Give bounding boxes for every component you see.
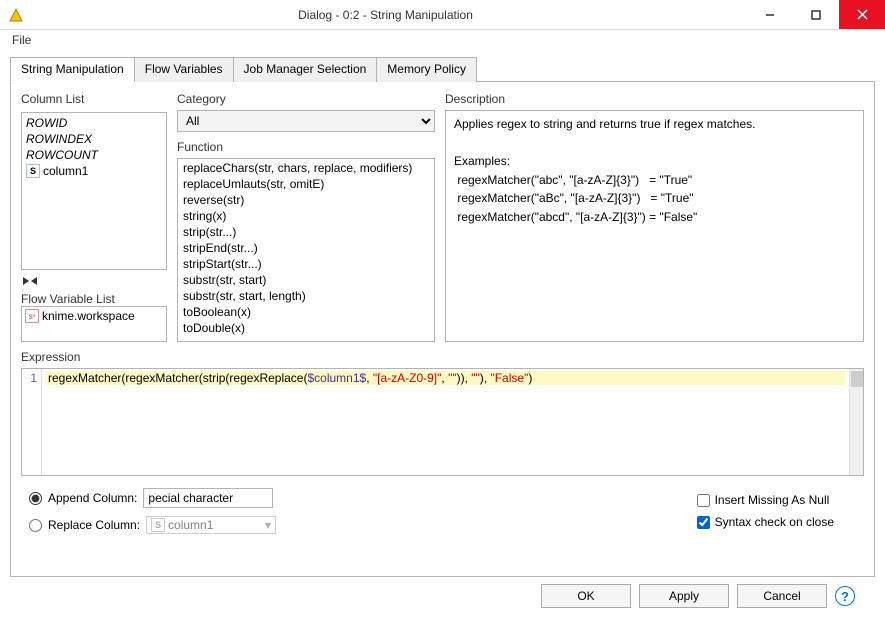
flow-var-label: Flow Variable List bbox=[21, 292, 167, 306]
close-button[interactable] bbox=[839, 0, 885, 29]
syntax-check-label: Syntax check on close bbox=[715, 515, 834, 529]
desc-example-row: regexMatcher("aBc", "[a-zA-Z]{3}") = "Tr… bbox=[454, 189, 855, 208]
flow-var-section: Flow Variable List sv knime.workspace bbox=[21, 292, 167, 342]
left-column: Column List ROWID ROWINDEX ROWCOUNT S co… bbox=[21, 92, 167, 342]
menubar: File bbox=[0, 30, 885, 52]
append-column-label: Append Column: bbox=[48, 491, 137, 505]
help-icon[interactable]: ? bbox=[835, 586, 855, 606]
replace-column-row: Replace Column: S column1 ▾ bbox=[29, 516, 276, 534]
fn-item[interactable]: toDouble(x) bbox=[179, 320, 433, 336]
syntax-check-row: Syntax check on close bbox=[697, 515, 834, 529]
replace-column-label: Replace Column: bbox=[48, 518, 140, 532]
upper-row: Column List ROWID ROWINDEX ROWCOUNT S co… bbox=[21, 92, 864, 342]
column-list[interactable]: ROWID ROWINDEX ROWCOUNT S column1 bbox=[21, 112, 167, 270]
tab-flow-variables[interactable]: Flow Variables bbox=[134, 57, 234, 82]
replace-column-radio[interactable] bbox=[29, 519, 42, 532]
checks-col: Insert Missing As Null Syntax check on c… bbox=[697, 493, 834, 529]
desc-example-row: regexMatcher("abc", "[a-zA-Z]{3}") = "Tr… bbox=[454, 171, 855, 190]
menu-file[interactable]: File bbox=[8, 32, 35, 48]
flow-var-item[interactable]: sv knime.workspace bbox=[23, 308, 165, 324]
editor-scrollbar[interactable] bbox=[849, 369, 863, 475]
string-type-icon: S bbox=[26, 164, 40, 178]
ok-button[interactable]: OK bbox=[541, 584, 631, 608]
append-column-row: Append Column: bbox=[29, 488, 276, 508]
fn-item[interactable]: stripStart(str...) bbox=[179, 256, 433, 272]
tab-pane: Column List ROWID ROWINDEX ROWCOUNT S co… bbox=[10, 82, 875, 577]
description-label: Description bbox=[445, 92, 864, 106]
description-box[interactable]: Applies regex to string and returns true… bbox=[445, 110, 864, 342]
middle-column: Category All Function replaceChars(str, … bbox=[177, 92, 435, 342]
tab-string-manipulation[interactable]: String Manipulation bbox=[10, 57, 135, 82]
tab-job-manager[interactable]: Job Manager Selection bbox=[233, 57, 378, 82]
fn-item[interactable]: substr(str, start) bbox=[179, 272, 433, 288]
string-var-icon: sv bbox=[25, 309, 39, 323]
fn-item[interactable]: replaceUmlauts(str, omitE) bbox=[179, 176, 433, 192]
cancel-button[interactable]: Cancel bbox=[737, 584, 827, 608]
line-number: 1 bbox=[30, 371, 37, 385]
expression-label: Expression bbox=[21, 350, 864, 364]
window-controls bbox=[747, 0, 885, 29]
insert-null-checkbox[interactable] bbox=[697, 494, 710, 507]
flow-var-item-label: knime.workspace bbox=[42, 309, 135, 323]
insert-null-row: Insert Missing As Null bbox=[697, 493, 834, 507]
radios-col: Append Column: Replace Column: S column1… bbox=[21, 488, 276, 534]
column-column1-label: column1 bbox=[43, 164, 88, 178]
replace-column-select: S column1 ▾ bbox=[146, 516, 276, 534]
flow-var-list[interactable]: sv knime.workspace bbox=[21, 306, 167, 342]
fn-item[interactable]: substr(str, start, length) bbox=[179, 288, 433, 304]
column-list-label: Column List bbox=[21, 92, 167, 106]
window-title: Dialog - 0:2 - String Manipulation bbox=[24, 8, 747, 22]
gutter: 1 bbox=[22, 369, 42, 475]
titlebar: Dialog - 0:2 - String Manipulation bbox=[0, 0, 885, 30]
desc-examples-label: Examples: bbox=[454, 152, 855, 171]
fn-item[interactable]: replaceChars(str, chars, replace, modifi… bbox=[179, 160, 433, 176]
collapse-arrows[interactable] bbox=[21, 276, 167, 286]
string-type-icon: S bbox=[151, 518, 165, 532]
fn-item[interactable]: stripEnd(str...) bbox=[179, 240, 433, 256]
fn-item[interactable]: reverse(str) bbox=[179, 192, 433, 208]
fn-item[interactable]: strip(str...) bbox=[179, 224, 433, 240]
fn-item[interactable]: toBoolean(x) bbox=[179, 304, 433, 320]
minimize-button[interactable] bbox=[747, 0, 793, 29]
function-label: Function bbox=[177, 140, 435, 154]
column-rowcount[interactable]: ROWCOUNT bbox=[24, 147, 164, 163]
app-icon bbox=[8, 7, 24, 23]
column-rowid[interactable]: ROWID bbox=[24, 115, 164, 131]
right-column: Description Applies regex to string and … bbox=[445, 92, 864, 342]
append-column-radio[interactable] bbox=[29, 492, 42, 505]
content: String Manipulation Flow Variables Job M… bbox=[0, 52, 885, 629]
expression-section: Expression 1 regexMatcher(regexMatcher(s… bbox=[21, 350, 864, 476]
tab-memory-policy[interactable]: Memory Policy bbox=[376, 57, 477, 82]
append-column-input[interactable] bbox=[143, 488, 273, 508]
fn-item[interactable]: string(x) bbox=[179, 208, 433, 224]
category-label: Category bbox=[177, 92, 435, 106]
code-area[interactable]: regexMatcher(regexMatcher(strip(regexRep… bbox=[42, 369, 849, 475]
column-rowindex[interactable]: ROWINDEX bbox=[24, 131, 164, 147]
apply-button[interactable]: Apply bbox=[639, 584, 729, 608]
replace-column-value: column1 bbox=[168, 518, 213, 532]
maximize-button[interactable] bbox=[793, 0, 839, 29]
column-column1[interactable]: S column1 bbox=[24, 163, 164, 179]
insert-null-label: Insert Missing As Null bbox=[715, 493, 830, 507]
syntax-check-checkbox[interactable] bbox=[697, 516, 710, 529]
function-list[interactable]: replaceChars(str, chars, replace, modifi… bbox=[177, 158, 435, 342]
options-row: Append Column: Replace Column: S column1… bbox=[21, 484, 864, 538]
chevron-down-icon: ▾ bbox=[265, 518, 271, 532]
expression-editor[interactable]: 1 regexMatcher(regexMatcher(strip(regexR… bbox=[21, 368, 864, 476]
desc-example-row: regexMatcher("abcd", "[a-zA-Z]{3}") = "F… bbox=[454, 208, 855, 227]
desc-intro: Applies regex to string and returns true… bbox=[454, 115, 855, 134]
footer: OK Apply Cancel ? bbox=[10, 577, 875, 623]
tab-strip: String Manipulation Flow Variables Job M… bbox=[10, 56, 875, 82]
category-select[interactable]: All bbox=[177, 110, 435, 132]
